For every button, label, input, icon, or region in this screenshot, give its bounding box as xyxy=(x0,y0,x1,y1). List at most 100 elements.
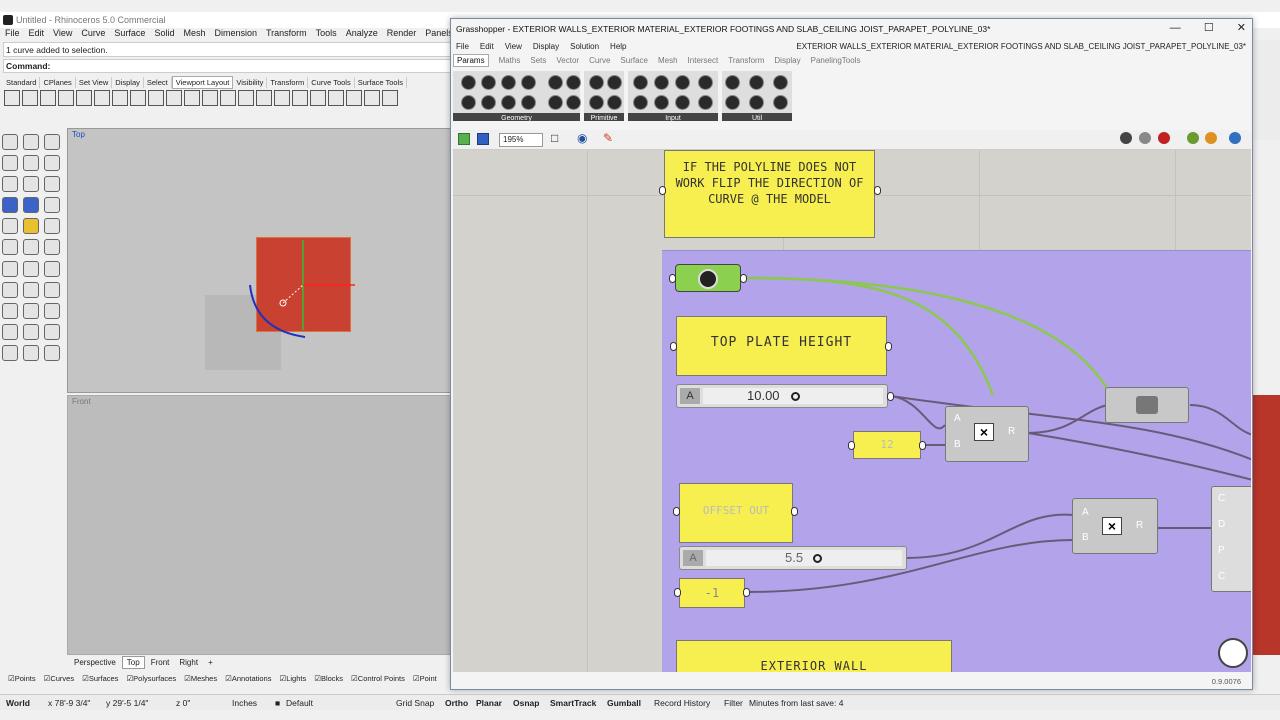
rhino-menu-item-12[interactable]: Panels xyxy=(425,28,453,38)
ribbon-component-icon[interactable] xyxy=(633,95,648,110)
toolbar-button-icon[interactable] xyxy=(346,90,362,106)
ribbon-component-icon[interactable] xyxy=(461,75,476,90)
preview-shaded-icon[interactable] xyxy=(1139,132,1151,144)
gh-menu-item-1[interactable]: Edit xyxy=(480,42,494,51)
tool-button-icon[interactable] xyxy=(23,134,39,150)
mult-2-output-r[interactable]: R xyxy=(1136,520,1143,531)
ribbon-component-icon[interactable] xyxy=(725,95,740,110)
ribbon-component-icon[interactable] xyxy=(607,75,622,90)
gumball-widget[interactable] xyxy=(240,235,360,345)
move-component[interactable] xyxy=(1105,387,1189,423)
tool-button-icon[interactable] xyxy=(2,218,18,235)
tool-button-icon[interactable] xyxy=(2,281,18,298)
mult-2-input-a[interactable]: A xyxy=(1082,507,1089,518)
preview-wire-icon[interactable] xyxy=(1120,132,1132,144)
smarttrack-toggle[interactable]: SmartTrack xyxy=(550,698,596,708)
toolbar-button-icon[interactable] xyxy=(40,90,56,106)
viewport-tab-1[interactable]: Top xyxy=(121,656,145,669)
ribbon-component-icon[interactable] xyxy=(566,75,581,90)
curve-param-input-port[interactable] xyxy=(669,274,676,283)
tool-button-icon[interactable] xyxy=(44,176,60,193)
tool-button-icon[interactable] xyxy=(2,344,18,361)
tool-button-icon[interactable] xyxy=(44,260,60,277)
gh-menu-item-2[interactable]: View xyxy=(505,42,522,51)
ribbon-component-icon[interactable] xyxy=(633,75,648,90)
gh-component-tab-4[interactable]: Curve xyxy=(589,56,610,65)
osnap-checkbox-3[interactable]: Polysurfaces xyxy=(126,674,176,683)
multiply-component-2[interactable]: A B × R xyxy=(1072,498,1158,554)
record-history-toggle[interactable]: Record History xyxy=(654,698,710,708)
gh-menu-item-3[interactable]: Display xyxy=(533,42,559,51)
osnap-checkbox-8[interactable]: Control Points xyxy=(351,674,405,683)
curve-param-output-port[interactable] xyxy=(740,274,747,283)
slider-2-grip[interactable] xyxy=(813,554,822,563)
preview-selected-icon[interactable] xyxy=(1158,132,1170,144)
gumball-toggle[interactable]: Gumball xyxy=(607,698,641,708)
offset-curve-component[interactable]: C D P C xyxy=(1211,486,1251,592)
ribbon-component-icon[interactable] xyxy=(654,75,669,90)
mult-1-output-r[interactable]: R xyxy=(1008,426,1015,437)
gh-component-tab-10[interactable]: PanelingTools xyxy=(811,56,861,65)
bake-icon[interactable] xyxy=(1187,132,1199,144)
gh-menu-item-0[interactable]: File xyxy=(456,42,469,51)
open-file-icon[interactable] xyxy=(458,133,470,145)
rhino-menu-item-5[interactable]: Solid xyxy=(154,28,174,38)
toolbar-button-icon[interactable] xyxy=(274,90,290,106)
tool-button-icon[interactable] xyxy=(44,239,60,256)
ribbon-component-icon[interactable] xyxy=(589,95,604,110)
ribbon-component-icon[interactable] xyxy=(566,95,581,110)
mult-1-input-b[interactable]: B xyxy=(954,439,961,450)
gh-component-tab-7[interactable]: Intersect xyxy=(688,56,719,65)
close-button[interactable]: ✕ xyxy=(1237,22,1246,34)
rhino-toolbar-tab-2[interactable]: Set View xyxy=(76,77,113,88)
ribbon-component-icon[interactable] xyxy=(501,75,516,90)
toolbar-button-icon[interactable] xyxy=(310,90,326,106)
exterior-wall-panel[interactable]: EXTERIOR WALL xyxy=(676,640,952,672)
ribbon-component-icon[interactable] xyxy=(521,95,536,110)
offset-panel-output-port[interactable] xyxy=(791,507,798,516)
tool-button-icon[interactable] xyxy=(2,134,18,150)
ribbon-component-icon[interactable] xyxy=(461,95,476,110)
panel-12-output-port[interactable] xyxy=(919,441,926,450)
preview-eye-icon[interactable]: ◉ xyxy=(577,131,587,145)
ribbon-component-icon[interactable] xyxy=(501,95,516,110)
tool-button-icon[interactable] xyxy=(23,281,39,298)
filter-toggle[interactable]: Filter xyxy=(724,698,743,708)
rhino-toolbar-tab-4[interactable]: Select xyxy=(144,77,172,88)
tool-button-icon[interactable] xyxy=(44,197,60,214)
tool-button-icon[interactable] xyxy=(23,260,39,277)
tool-button-icon[interactable] xyxy=(23,323,39,340)
status-cplane[interactable]: World xyxy=(6,698,30,708)
ribbon-component-icon[interactable] xyxy=(749,95,764,110)
ribbon-component-icon[interactable] xyxy=(548,75,563,90)
osnap-checkbox-9[interactable]: Point xyxy=(413,674,437,683)
osnap-checkbox-1[interactable]: Curves xyxy=(44,674,75,683)
tool-button-icon[interactable] xyxy=(44,302,60,319)
rhino-menu-item-10[interactable]: Analyze xyxy=(346,28,378,38)
offset-input-p[interactable]: P xyxy=(1218,545,1225,556)
curve-param[interactable] xyxy=(675,264,741,292)
tool-button-icon[interactable] xyxy=(44,155,60,172)
osnap-checkbox-4[interactable]: Meshes xyxy=(184,674,217,683)
ribbon-component-icon[interactable] xyxy=(675,95,690,110)
rhino-toolbar-tab-7[interactable]: Transform xyxy=(267,77,309,88)
rhino-toolbar-tab-1[interactable]: CPlanes xyxy=(40,77,76,88)
tool-button-icon[interactable] xyxy=(23,197,39,214)
rhino-menu-item-3[interactable]: Curve xyxy=(81,28,105,38)
rhino-menu-item-6[interactable]: Mesh xyxy=(183,28,205,38)
globe-icon[interactable] xyxy=(1229,132,1241,144)
tool-button-icon[interactable] xyxy=(23,218,39,235)
viewport-front[interactable] xyxy=(67,395,453,655)
tool-button-icon[interactable] xyxy=(2,260,18,277)
tool-button-icon[interactable] xyxy=(44,281,60,298)
rhino-menu-item-1[interactable]: Edit xyxy=(29,28,45,38)
toolbar-button-icon[interactable] xyxy=(184,90,200,106)
multiply-component-1[interactable]: A B × R xyxy=(945,406,1029,462)
tool-button-icon[interactable] xyxy=(44,134,60,150)
rhino-toolbar-tab-3[interactable]: Display xyxy=(112,77,144,88)
tool-button-icon[interactable] xyxy=(2,323,18,340)
offset-panel-input-port[interactable] xyxy=(673,507,680,516)
ribbon-component-icon[interactable] xyxy=(749,75,764,90)
panel-neg1[interactable]: -1 xyxy=(679,578,745,608)
viewport-top-label[interactable]: Top xyxy=(72,130,85,139)
